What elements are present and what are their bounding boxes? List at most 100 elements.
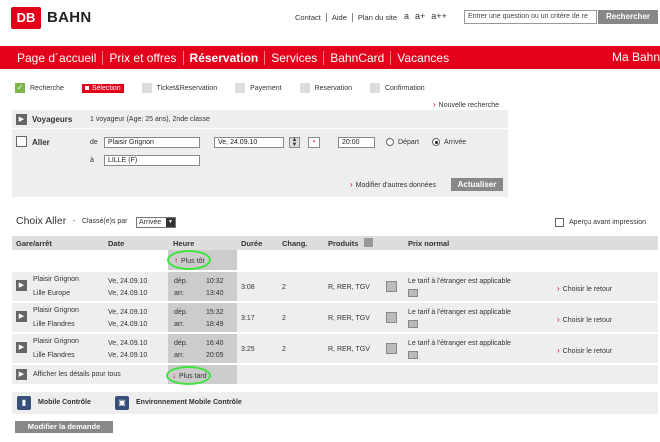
depart-radio[interactable]: Départ	[386, 138, 419, 146]
font-size-xlarge[interactable]: a++	[431, 11, 447, 21]
voyageurs-label: Voyageurs	[32, 115, 73, 124]
arr-time: 13:40	[206, 290, 224, 297]
envelope-icon[interactable]	[408, 351, 418, 359]
chevron-right-icon[interactable]: ▶	[16, 114, 27, 125]
step-label: Reservation	[314, 84, 352, 92]
duration: 3:25	[241, 346, 255, 353]
to-station: Lille Flandres	[33, 352, 75, 359]
mobile-controle-link[interactable]: Mobile Contrôle	[38, 399, 91, 406]
dep-time: 16:40	[206, 340, 224, 347]
duration: 3:08	[241, 284, 255, 291]
arrivee-label: Arrivée	[444, 138, 467, 146]
products-info-icon[interactable]	[386, 312, 397, 323]
step-payement: Payement	[235, 83, 282, 93]
from-station: Plaisir Grignon	[33, 338, 79, 345]
font-size-large[interactable]: a+	[415, 11, 425, 21]
voyageurs-value: 1 voyageur (Age: 25 ans), 2nde classe	[90, 116, 210, 123]
nav-prix-offres[interactable]: Prix et offres	[103, 50, 184, 65]
nav-bahncard[interactable]: BahnCard	[324, 50, 392, 65]
modify-data-link[interactable]: › Modifier d'autres données	[350, 180, 436, 189]
mobile-phone-icon: ▮	[17, 396, 31, 410]
to-station-input[interactable]: LILLE (F)	[104, 155, 200, 166]
calendar-icon[interactable]: ▪	[308, 137, 320, 148]
aller-label: Aller	[32, 138, 50, 147]
col-duree: Durée	[241, 239, 263, 248]
time-input[interactable]: 20:00	[338, 137, 375, 148]
choose-return-link[interactable]: › Choisir le retour	[557, 284, 612, 293]
envelope-icon[interactable]	[408, 320, 418, 328]
date-arr: Ve, 24.09.10	[108, 321, 148, 328]
choose-return-label: Choisir le retour	[562, 317, 613, 324]
search-input[interactable]: Entrer une question ou un critère de re	[464, 10, 597, 24]
new-search-link[interactable]: › Nouvelle recherche	[433, 100, 499, 109]
chevron-right-icon[interactable]: ▶	[16, 369, 27, 380]
col-chang: Chang.	[282, 239, 308, 248]
step-label: Recherche	[30, 84, 64, 92]
date-input[interactable]: Ve, 24.09.10	[214, 137, 284, 148]
date-arr: Ve, 24.09.10	[108, 352, 148, 359]
step-box-icon	[299, 83, 310, 93]
arrow-right-icon: ›	[350, 180, 353, 189]
step-label: Sélection	[91, 84, 121, 92]
aide-link[interactable]: Aide	[327, 13, 353, 22]
results-title: Choix Aller	[16, 215, 67, 227]
arr-time: 18:49	[206, 321, 224, 328]
plan-du-site-link[interactable]: Plan du site	[353, 13, 402, 22]
nav-reservation[interactable]: Réservation	[184, 50, 266, 65]
choose-return-link[interactable]: › Choisir le retour	[557, 315, 612, 324]
nav-services[interactable]: Services	[265, 50, 325, 65]
modify-request-button[interactable]: Modifier la demande	[15, 421, 113, 433]
train-icon	[16, 136, 27, 147]
check-icon: ✓	[15, 83, 25, 93]
font-size-normal[interactable]: a	[404, 11, 409, 21]
depart-label: Départ	[398, 138, 420, 146]
actualiser-button[interactable]: Actualiser	[451, 178, 503, 191]
sort-select[interactable]: Arrivée ▼	[136, 217, 176, 228]
dep-time: 10:32	[206, 278, 224, 285]
from-station: Plaisir Grignon	[33, 307, 79, 314]
step-label: Payement	[250, 84, 282, 92]
from-station-input[interactable]: Plaisir Grignon	[104, 137, 200, 148]
changes: 2	[282, 315, 286, 322]
results-dash: -	[73, 218, 76, 225]
step-ticket: Ticket&Reservation	[141, 83, 217, 93]
price-text: Le tarif à l'étranger est applicable	[408, 340, 511, 347]
col-produits: Produits	[328, 239, 359, 248]
db-logo[interactable]: DB	[11, 7, 41, 29]
step-box-icon	[141, 83, 152, 93]
chevron-right-icon[interactable]: ▶	[16, 311, 27, 322]
nav-ma-bahn[interactable]: Ma Bahn	[612, 50, 660, 64]
envelope-icon[interactable]	[408, 289, 418, 297]
col-gare: Gare/arrêt	[16, 239, 52, 248]
col-date: Date	[108, 239, 125, 248]
top-links: Contact Aide Plan du site	[290, 13, 402, 22]
chevron-right-icon[interactable]: ▶	[16, 342, 27, 353]
show-details-link[interactable]: Afficher les détails pour tous	[33, 371, 121, 378]
step-box-icon	[235, 83, 246, 93]
contact-link[interactable]: Contact	[290, 13, 327, 22]
products: R, RER, TGV	[328, 284, 370, 291]
arrivee-radio[interactable]: Arrivée	[432, 138, 466, 146]
results-table-header: Gare/arrêt Date Heure Durée Chang. Produ…	[12, 236, 658, 250]
step-label: Confirmation	[384, 84, 425, 92]
dep-label: dép.	[174, 340, 188, 347]
info-icon[interactable]	[364, 238, 373, 247]
dep-time: 15:32	[206, 309, 224, 316]
products-info-icon[interactable]	[386, 281, 397, 292]
mobile-env-link[interactable]: Environnement Mobile Contrôle	[136, 399, 242, 406]
nav-vacances[interactable]: Vacances	[391, 51, 455, 65]
progress-steps: ✓ Recherche Sélection Ticket&Reservation …	[15, 83, 443, 93]
font-size-switcher: a a+ a++	[404, 11, 447, 21]
chevron-right-icon[interactable]: ▶	[16, 280, 27, 291]
products-info-icon[interactable]	[386, 343, 397, 354]
choose-return-link[interactable]: › Choisir le retour	[557, 346, 612, 355]
nav-accueil[interactable]: Page d´accueil	[0, 50, 104, 65]
print-preview-link[interactable]: Aperçu avant impression	[555, 218, 646, 227]
products: R, RER, TGV	[328, 315, 370, 322]
changes: 2	[282, 284, 286, 291]
date-dep: Ve, 24.09.10	[108, 309, 148, 316]
col-prix: Prix normal	[408, 239, 450, 248]
new-search-label: Nouvelle recherche	[438, 102, 499, 109]
search-button[interactable]: Rechercher	[598, 10, 658, 24]
date-stepper[interactable]: ▲ ▼	[289, 137, 300, 148]
